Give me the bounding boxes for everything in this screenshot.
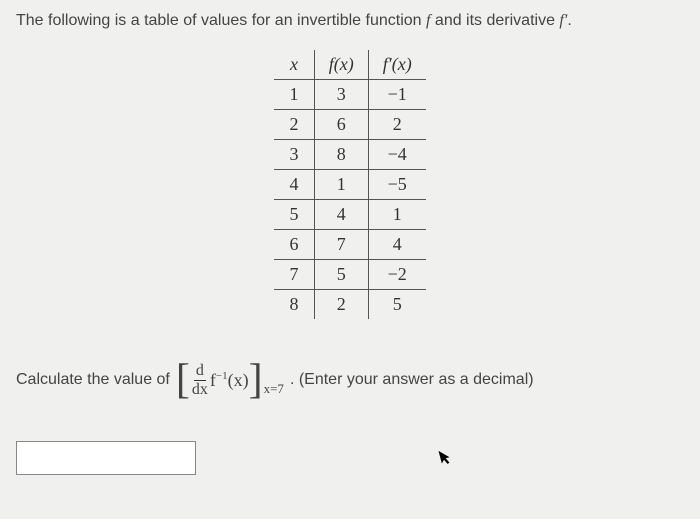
problem-text-pre: The following is a table of values for a… — [16, 12, 426, 29]
frac-denom: dx — [192, 381, 208, 398]
answer-input[interactable] — [16, 441, 196, 475]
table-row: 1 3 −1 — [274, 80, 425, 110]
table-row: 4 1 −5 — [274, 170, 425, 200]
table-row: 2 6 2 — [274, 110, 425, 140]
header-x: x — [274, 50, 314, 80]
fraction: d dx — [192, 363, 208, 398]
evaluation-point: x=7 — [264, 381, 284, 397]
cursor-icon — [437, 447, 456, 473]
problem-text-mid: and its derivative — [430, 12, 559, 29]
formula: [ d dx f−1(x) ] x=7 — [176, 359, 284, 401]
table-container: x f(x) f′(x) 1 3 −1 2 6 2 3 8 −4 4 — [16, 50, 684, 319]
inverse-function: f−1(x) — [210, 370, 249, 391]
header-fx: f(x) — [314, 50, 368, 80]
calc-prefix: Calculate the value of — [16, 371, 170, 389]
header-fpx: f′(x) — [368, 50, 425, 80]
table-row: 6 7 4 — [274, 230, 425, 260]
function-table: x f(x) f′(x) 1 3 −1 2 6 2 3 8 −4 4 — [274, 50, 425, 319]
left-bracket: [ — [176, 359, 190, 401]
table-row: 7 5 −2 — [274, 260, 425, 290]
calculate-prompt: Calculate the value of [ d dx f−1(x) ] x… — [16, 359, 684, 401]
table-row: 3 8 −4 — [274, 140, 425, 170]
right-bracket: ] — [249, 359, 263, 401]
table-row: 5 4 1 — [274, 200, 425, 230]
problem-statement: The following is a table of values for a… — [16, 12, 684, 30]
frac-numer: d — [194, 363, 206, 381]
problem-text-end: . — [567, 12, 571, 29]
table-row: 8 2 5 — [274, 290, 425, 320]
calc-suffix: . (Enter your answer as a decimal) — [290, 371, 534, 389]
